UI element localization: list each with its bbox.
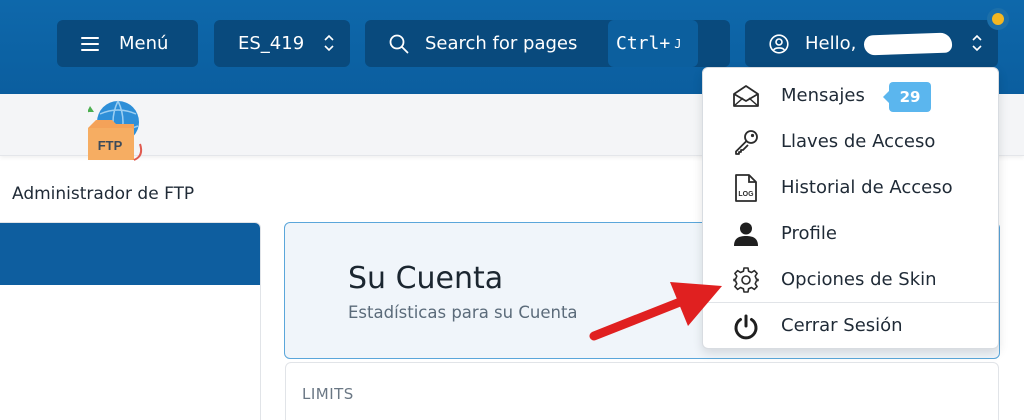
language-selector[interactable]: ES_419	[214, 20, 350, 67]
account-subtitle: Estadísticas para su Cuenta	[348, 303, 578, 322]
menu-item-mensajes[interactable]: Mensajes 29	[703, 72, 998, 118]
ftp-icon-label: FTP	[98, 138, 123, 153]
unread-count-badge: 29	[883, 82, 931, 112]
gear-icon	[733, 267, 759, 293]
keyboard-shortcut: Ctrl+ J	[608, 20, 698, 67]
svg-text:LOG: LOG	[738, 191, 754, 198]
power-icon	[733, 314, 759, 340]
menu-label: Menú	[119, 33, 169, 54]
person-icon	[733, 221, 759, 247]
menu-item-label: Profile	[781, 222, 837, 244]
menu-button[interactable]: Menú	[57, 20, 198, 67]
menu-item-historial-de-acceso[interactable]: LOG Historial de Acceso	[703, 164, 998, 210]
user-circle-icon	[769, 33, 789, 54]
log-file-icon: LOG	[733, 174, 759, 202]
menu-item-opciones-de-skin[interactable]: Opciones de Skin	[703, 256, 998, 302]
menu-item-profile[interactable]: Profile	[703, 210, 998, 256]
menu-item-cerrar-sesion[interactable]: Cerrar Sesión	[703, 302, 998, 348]
search-bar[interactable]: Search for pages Ctrl+ J	[365, 20, 730, 67]
menu-item-label: Llaves de Acceso	[781, 130, 936, 152]
user-dropdown-menu: Mensajes 29 Llaves de Acceso LOG Histori…	[702, 67, 999, 349]
search-icon	[389, 34, 409, 54]
chevron-updown-icon	[324, 34, 334, 52]
menu-item-label: Historial de Acceso	[781, 176, 953, 198]
ftp-icon[interactable]: FTP	[82, 100, 148, 168]
search-placeholder: Search for pages	[425, 33, 578, 54]
ftp-manager-caption[interactable]: Administrador de FTP	[12, 184, 252, 204]
redacted-username	[864, 31, 953, 56]
menu-item-label: Cerrar Sesión	[781, 315, 903, 336]
card-header	[0, 223, 260, 285]
user-menu-button[interactable]: Hello,	[745, 20, 998, 67]
key-icon	[733, 129, 759, 155]
envelope-icon	[733, 83, 759, 109]
menu-item-llaves-de-acceso[interactable]: Llaves de Acceso	[703, 118, 998, 164]
chevron-updown-icon	[972, 34, 982, 52]
notification-dot-icon[interactable]	[987, 8, 1009, 30]
hamburger-icon	[81, 36, 99, 51]
language-label: ES_419	[238, 33, 305, 54]
shortcut-key: J	[674, 36, 682, 51]
limits-label: LIMITS	[302, 385, 354, 403]
shortcut-modifier: Ctrl+	[616, 33, 671, 54]
ftp-manager-card[interactable]	[0, 222, 261, 420]
menu-item-label: Opciones de Skin	[781, 268, 937, 290]
limits-panel: LIMITS	[285, 362, 999, 420]
user-greeting: Hello,	[805, 33, 857, 54]
menu-item-label: Mensajes	[781, 84, 865, 106]
account-title: Su Cuenta	[348, 261, 504, 296]
